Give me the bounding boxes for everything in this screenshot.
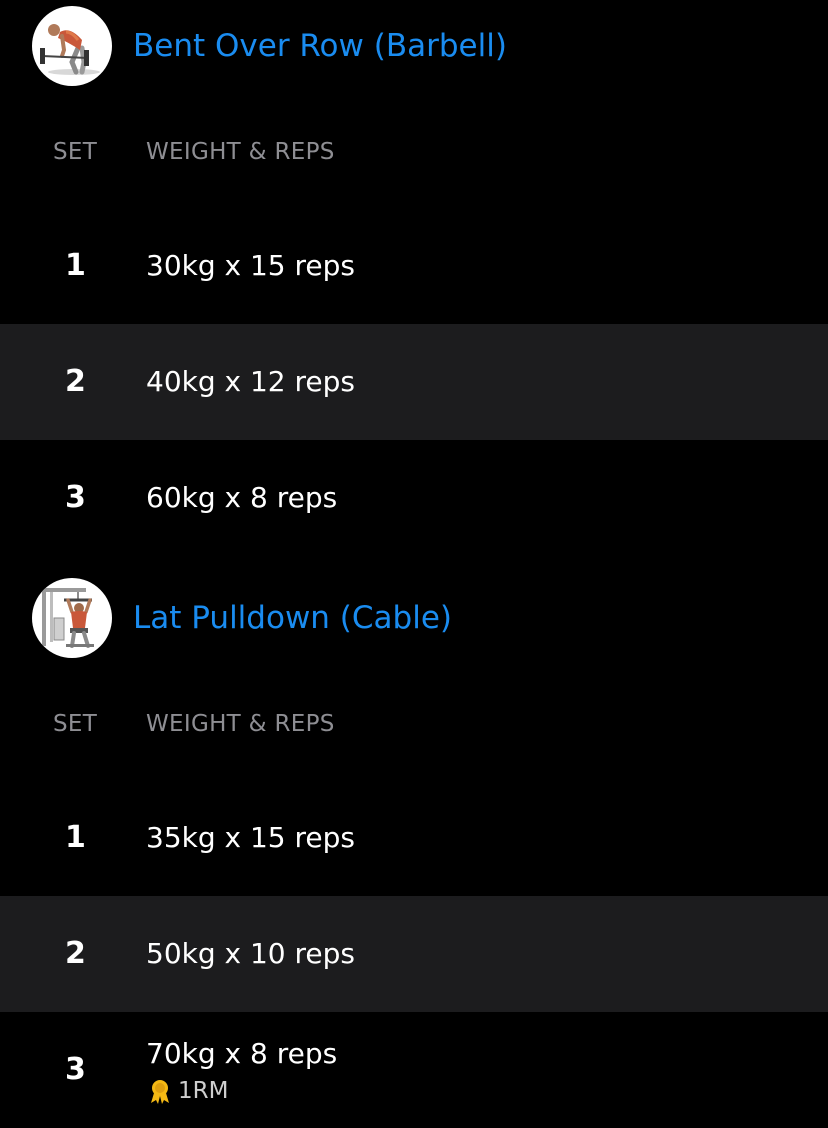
weight-reps-value: 30kg x 15 reps: [146, 249, 356, 282]
set-row: 1 30kg x 15 reps: [0, 208, 828, 324]
weight-reps-value: 60kg x 8 reps: [146, 481, 338, 514]
set-row: 2 50kg x 10 reps: [0, 896, 828, 1012]
exercise-header[interactable]: Lat Pulldown (Cable): [0, 572, 828, 664]
set-column-header: SET: [53, 711, 98, 737]
set-column-header: SET: [53, 139, 98, 165]
column-headers: SET WEIGHT & REPS: [0, 664, 828, 780]
exercise-title[interactable]: Lat Pulldown (Cable): [133, 598, 452, 638]
set-row: 3 60kg x 8 reps: [0, 440, 828, 556]
weight-reps-value: 50kg x 10 reps: [146, 937, 356, 970]
exercise-header[interactable]: Bent Over Row (Barbell): [0, 0, 828, 92]
exercise-card: Lat Pulldown (Cable) SET WEIGHT & REPS 1…: [0, 572, 828, 1128]
weight-reps-value: 70kg x 8 reps: [146, 1037, 338, 1070]
lat-pulldown-icon: [42, 588, 94, 648]
weight-reps-column-header: WEIGHT & REPS: [146, 711, 335, 737]
set-number: 1: [65, 248, 86, 283]
set-number: 2: [65, 936, 86, 971]
exercise-thumbnail[interactable]: [32, 6, 112, 86]
set-number: 3: [65, 1052, 86, 1087]
set-number: 1: [65, 820, 86, 855]
exercise-title[interactable]: Bent Over Row (Barbell): [133, 26, 507, 66]
set-number: 3: [65, 480, 86, 515]
medal-icon: [146, 1077, 174, 1105]
personal-record-badge: 1RM: [146, 1076, 337, 1106]
weight-reps-value: 35kg x 15 reps: [146, 821, 356, 854]
record-label: 1RM: [178, 1078, 229, 1104]
column-headers: SET WEIGHT & REPS: [0, 92, 828, 208]
weight-reps-value: 40kg x 12 reps: [146, 365, 356, 398]
set-row: 3 70kg x 8 reps 1RM: [0, 1012, 828, 1128]
weight-reps-column-header: WEIGHT & REPS: [146, 139, 335, 165]
barbell-row-icon: [40, 24, 100, 75]
set-row: 2 40kg x 12 reps: [0, 324, 828, 440]
exercise-card: Bent Over Row (Barbell) SET WEIGHT & REP…: [0, 0, 828, 556]
exercise-thumbnail[interactable]: [32, 578, 112, 658]
set-row: 1 35kg x 15 reps: [0, 780, 828, 896]
weight-reps-block: 70kg x 8 reps 1RM: [146, 1034, 337, 1106]
set-number: 2: [65, 364, 86, 399]
